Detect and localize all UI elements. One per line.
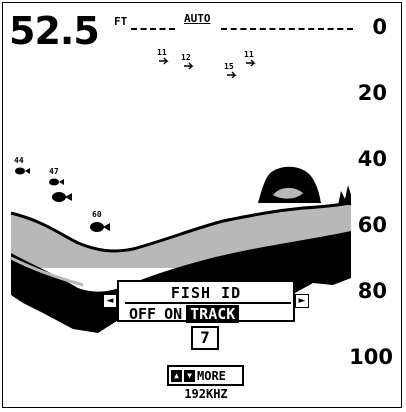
surface-line-right	[221, 28, 353, 30]
depth-scale-100: 100	[349, 345, 393, 369]
depth-scale-20: 20	[357, 81, 387, 105]
depth-scale-80: 80	[357, 279, 387, 303]
sonar-screen: 52.5 FT AUTO 0 20 40 60 80 100 11 12 15 …	[2, 2, 402, 408]
more-label: MORE	[197, 368, 226, 383]
fish-depth-label: 60	[92, 210, 102, 219]
fish-id-menu: FISH ID OFF ON TRACK	[117, 280, 295, 323]
fish-arrows	[159, 57, 256, 79]
fish-depth-label: 11	[157, 48, 167, 57]
fish-id-value: 7	[191, 326, 219, 350]
surface-line-left	[131, 28, 175, 30]
fish-id-title: FISH ID	[170, 284, 242, 302]
up-arrow-key-icon: ▲	[171, 369, 182, 382]
fish-id-options: OFF ON TRACK	[125, 302, 291, 323]
digital-depth-readout: 52.5	[9, 9, 100, 53]
option-off[interactable]: OFF	[125, 305, 160, 323]
structure-right	[338, 185, 351, 205]
fish-depth-label: 47	[49, 167, 59, 176]
option-track[interactable]: TRACK	[186, 304, 240, 323]
more-button[interactable]: ▲ ▼ MORE	[167, 365, 244, 386]
left-arrow-icon[interactable]: ◄	[103, 294, 117, 308]
range-mode-label: AUTO	[184, 12, 211, 25]
fish-depth-label: 11	[244, 50, 254, 59]
fish-depth-label: 44	[14, 156, 24, 165]
fish-depth-label: 12	[181, 53, 191, 62]
frequency-label: 192KHZ	[184, 387, 228, 401]
fish-depth-label: 15	[224, 62, 234, 71]
depth-scale-40: 40	[357, 147, 387, 171]
down-arrow-key-icon: ▼	[184, 369, 195, 382]
depth-scale-60: 60	[357, 213, 387, 237]
right-arrow-icon[interactable]: ►	[295, 294, 309, 308]
depth-unit-label: FT	[114, 15, 128, 28]
option-on[interactable]: ON	[160, 305, 186, 323]
depth-scale-0: 0	[372, 15, 387, 39]
